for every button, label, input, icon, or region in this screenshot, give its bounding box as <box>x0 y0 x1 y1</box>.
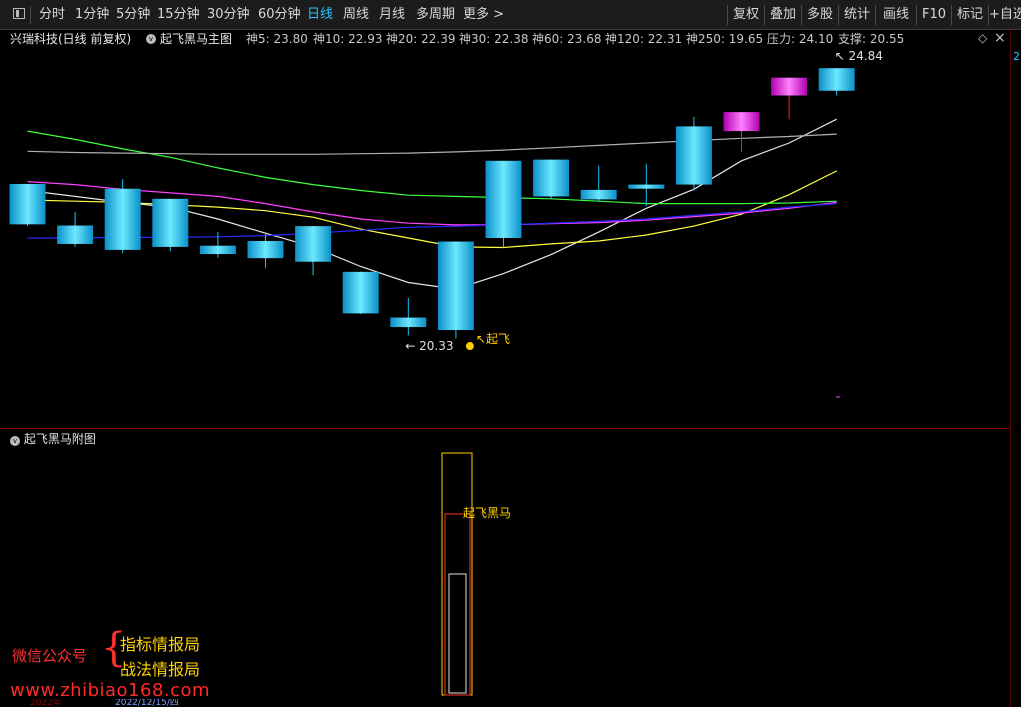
candle-body-down <box>295 226 332 262</box>
candle-body-down <box>437 241 474 331</box>
support-value: 支撑: 20.55 <box>838 32 905 46</box>
panel-toggle-icon[interactable] <box>13 8 25 19</box>
takeoff-signal-label: ↖起飞 <box>476 332 510 346</box>
candle[interactable] <box>533 159 570 200</box>
statistics-button[interactable]: 统计 <box>839 0 875 30</box>
mark-button[interactable]: 标记 <box>952 0 988 30</box>
period-tab-60min[interactable]: 60分钟 <box>258 0 301 30</box>
resistance-value: 压力: 24.10 <box>767 32 834 46</box>
period-tab-daily[interactable]: 日线 <box>307 0 333 30</box>
candle[interactable] <box>152 198 189 252</box>
period-tab-multi[interactable]: 多周期 <box>416 0 455 30</box>
candle-body-down <box>9 183 46 225</box>
period-toolbar: 分时 1分钟 5分钟 15分钟 30分钟 60分钟 日线 周线 月线 多周期 更… <box>0 0 1021 30</box>
candle-body-down <box>675 126 712 185</box>
watermark-url: www.zhibiao168.com <box>10 680 211 701</box>
candle[interactable] <box>485 160 522 248</box>
toolbar-separator <box>30 6 31 24</box>
watermark-wechat-label: 微信公众号 <box>12 647 88 665</box>
candle-body-down <box>390 317 427 328</box>
ma120-value: 神120: 22.31 <box>605 32 683 46</box>
date-axis-cursor: 2022/12/15/四 <box>115 699 179 707</box>
period-tab-fenshi[interactable]: 分时 <box>39 0 65 30</box>
candle[interactable] <box>437 241 474 339</box>
period-tab-5min[interactable]: 5分钟 <box>116 0 150 30</box>
candle[interactable] <box>771 77 808 120</box>
ma5-value: 神5: 23.80 <box>246 32 308 46</box>
signal-inner-box <box>448 573 467 694</box>
stock-title: 兴瑞科技(日线 前复权) <box>10 32 132 46</box>
ma250-value: 神250: 19.65 <box>686 32 764 46</box>
candle[interactable] <box>390 297 427 336</box>
ma-line-神60 <box>27 133 837 155</box>
candle[interactable] <box>580 165 617 202</box>
candle-body-up <box>723 112 760 132</box>
candle[interactable] <box>723 112 760 152</box>
date-axis-left: 2022年 <box>30 699 62 707</box>
candle[interactable] <box>104 179 141 253</box>
candle-body-down <box>104 188 141 250</box>
price-axis-label: 2 <box>1013 50 1020 63</box>
candle-body-down <box>57 225 94 244</box>
add-watchlist-button[interactable]: +自选 <box>989 0 1021 30</box>
candle-body-down <box>485 160 522 238</box>
candle-body-down <box>342 271 379 314</box>
high-price-label: ↖ 24.84 <box>835 49 883 63</box>
candle[interactable] <box>342 271 379 314</box>
candle[interactable] <box>675 116 712 191</box>
candle-body-down <box>533 159 570 197</box>
watermark-account-2: 战法情报局 <box>120 660 201 679</box>
chevron-down-icon[interactable]: v <box>146 34 156 44</box>
overlay-button[interactable]: 叠加 <box>765 0 801 30</box>
ma20-value: 神20: 22.39 <box>386 32 456 46</box>
adjust-button[interactable]: 复权 <box>728 0 764 30</box>
candle[interactable] <box>628 163 665 206</box>
candle-body-down <box>818 68 855 91</box>
candle[interactable] <box>9 183 46 227</box>
low-price-label: ← 20.33 <box>405 339 453 353</box>
period-tab-30min[interactable]: 30分钟 <box>207 0 250 30</box>
right-price-axis[interactable] <box>1010 30 1021 707</box>
period-tab-1min[interactable]: 1分钟 <box>75 0 109 30</box>
indicator-name[interactable]: 起飞黑马主图 <box>160 30 232 48</box>
ma-line-神30 <box>27 130 837 205</box>
multi-stock-button[interactable]: 多股 <box>802 0 838 30</box>
ma-line-神10 <box>27 170 837 249</box>
main-candlestick-chart[interactable]: ← 20.33 ↖起飞 ↖ 24.84 <box>0 48 1010 428</box>
candle-body-down <box>580 189 617 200</box>
period-tab-more[interactable]: 更多 > <box>463 0 504 30</box>
candle-body-down <box>247 240 284 259</box>
close-icon[interactable]: × <box>994 30 1006 46</box>
period-tab-15min[interactable]: 15分钟 <box>157 0 200 30</box>
date-axis: 2022年 2022/12/15/四 <box>0 699 1010 707</box>
period-tab-monthly[interactable]: 月线 <box>379 0 405 30</box>
candle[interactable] <box>295 226 332 276</box>
period-tab-weekly[interactable]: 周线 <box>343 0 369 30</box>
candle[interactable] <box>57 211 94 247</box>
draw-line-button[interactable]: 画线 <box>876 0 916 30</box>
candle-body-down <box>628 184 665 189</box>
watermark-account-1: 指标情报局 <box>120 635 201 654</box>
ma30-value: 神30: 22.38 <box>459 32 529 46</box>
sub-signal-label: 起飞黑马 <box>463 506 511 520</box>
signal-dot <box>465 342 474 351</box>
ma10-value: 神10: 22.93 <box>313 32 383 46</box>
candle[interactable] <box>818 68 855 96</box>
f10-button[interactable]: F10 <box>917 0 951 30</box>
ma60-value: 神60: 23.68 <box>532 32 602 46</box>
candle-body-up <box>771 77 808 96</box>
indicator-info-line: 兴瑞科技(日线 前复权) v 起飞黑马主图 神5: 23.80 神10: 22.… <box>0 30 1010 48</box>
candle-body-down <box>199 245 236 255</box>
candle-body-down <box>152 198 189 247</box>
diamond-icon[interactable]: ◇ <box>978 31 987 45</box>
